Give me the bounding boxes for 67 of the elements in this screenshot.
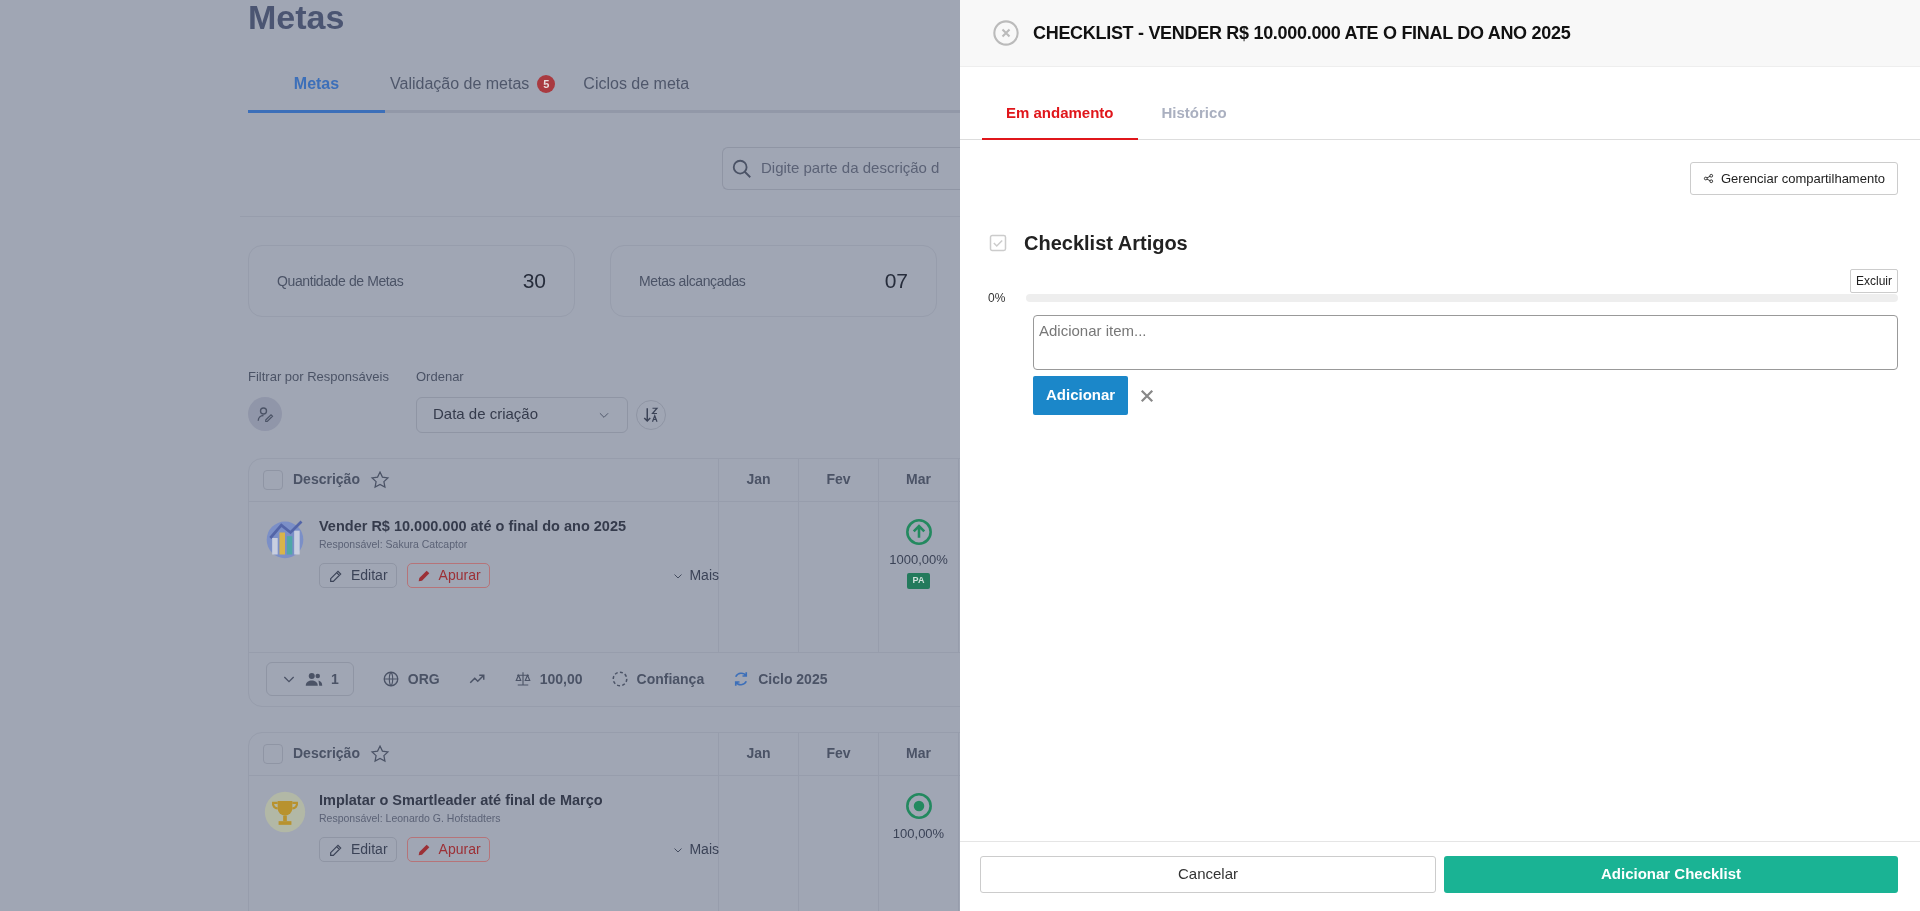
- stat-value: 30: [522, 268, 546, 295]
- column-header: Descrição: [293, 744, 360, 763]
- column-header: Jan: [719, 732, 799, 775]
- column-header: Mar: [879, 458, 959, 501]
- close-button[interactable]: [992, 19, 1020, 47]
- star-icon[interactable]: [369, 743, 390, 764]
- members-button[interactable]: 1: [266, 662, 354, 696]
- goal-responsible: Responsável: Leonardo G. Hofstadters: [319, 811, 502, 827]
- star-icon[interactable]: [369, 469, 390, 490]
- delete-button[interactable]: Excluir: [1850, 269, 1898, 293]
- dashed-circle-icon: [610, 670, 629, 688]
- responsible-filter-button[interactable]: [248, 396, 282, 431]
- item-input[interactable]: Adicionar item...: [1033, 315, 1898, 370]
- checkbox-icon: [988, 233, 1008, 253]
- status-tag: PA: [906, 573, 931, 589]
- edit-button[interactable]: Editar: [319, 563, 397, 588]
- column-header: Descrição: [293, 470, 360, 489]
- search-icon: [731, 157, 753, 180]
- scope-label: ORG: [407, 669, 440, 689]
- panel-title: CHECKLIST - VENDER R$ 10.000.000 ATE O FINAL DO ANO 2025: [1033, 21, 1571, 45]
- cycle-label: Ciclo 2025: [758, 669, 828, 689]
- share-button[interactable]: Gerenciar compartilhamento: [1689, 161, 1898, 195]
- filter-label: Filtrar por Responsáveis: [248, 368, 390, 386]
- add-checklist-button[interactable]: Adicionar Checklist: [1444, 856, 1898, 893]
- confidence-label: Confiança: [636, 669, 705, 689]
- stat-value: 07: [884, 268, 908, 295]
- measure-button[interactable]: Apurar: [406, 563, 490, 588]
- users-icon: [305, 670, 323, 688]
- progress-percent: 0%: [988, 290, 1007, 307]
- column-header: Fev: [799, 732, 879, 775]
- tab[interactable]: Validação de metas 5: [390, 60, 556, 113]
- goal-title: Implatar o Smartleader até final de Março: [319, 790, 604, 810]
- page-title: Metas: [248, 0, 346, 38]
- tab[interactable]: Ciclos de meta: [583, 60, 690, 113]
- tab[interactable]: Metas: [248, 60, 385, 113]
- column-header: Fev: [799, 458, 879, 501]
- share-icon: [1702, 172, 1714, 184]
- sort-icon: [642, 405, 660, 424]
- measure-button[interactable]: Apurar: [406, 837, 490, 862]
- user-edit-icon: [256, 404, 274, 423]
- more-button[interactable]: Mais: [672, 839, 719, 860]
- count-badge: 5: [537, 75, 556, 93]
- trophy-icon: [263, 789, 307, 834]
- weight-value: 100,00: [539, 669, 583, 689]
- column-header: Mar: [879, 732, 959, 775]
- checklist-title: Checklist Artigos: [1024, 231, 1188, 256]
- tab[interactable]: Em andamento: [982, 90, 1138, 140]
- close-icon: [992, 19, 1020, 47]
- edit-button[interactable]: Editar: [319, 837, 397, 862]
- percent-value: 1000,00%: [889, 550, 948, 569]
- scale-icon: [513, 670, 532, 688]
- cancel-button[interactable]: Cancelar: [980, 856, 1436, 893]
- filter-label: Ordenar: [416, 368, 465, 386]
- search-field[interactable]: Digite parte da descrição d: [722, 147, 960, 190]
- goal-title: Vender R$ 10.000.000 até o final do ano 2025: [319, 516, 628, 536]
- stat-label: Metas alcançadas: [639, 271, 746, 291]
- add-button[interactable]: Adicionar: [1033, 376, 1129, 415]
- more-button[interactable]: Mais: [672, 565, 719, 586]
- target-icon: [904, 791, 933, 820]
- order-select[interactable]: Data de criação: [416, 396, 628, 433]
- stat-label: Quantidade de Metas: [277, 271, 404, 291]
- globe-icon: [381, 670, 400, 688]
- percent-value: 100,00%: [892, 824, 945, 843]
- tab[interactable]: Histórico: [1137, 90, 1251, 140]
- arrow-up-circle-icon: [904, 517, 933, 546]
- goal-responsible: Responsável: Sakura Catcaptor: [319, 537, 469, 553]
- column-header: Jan: [719, 458, 799, 501]
